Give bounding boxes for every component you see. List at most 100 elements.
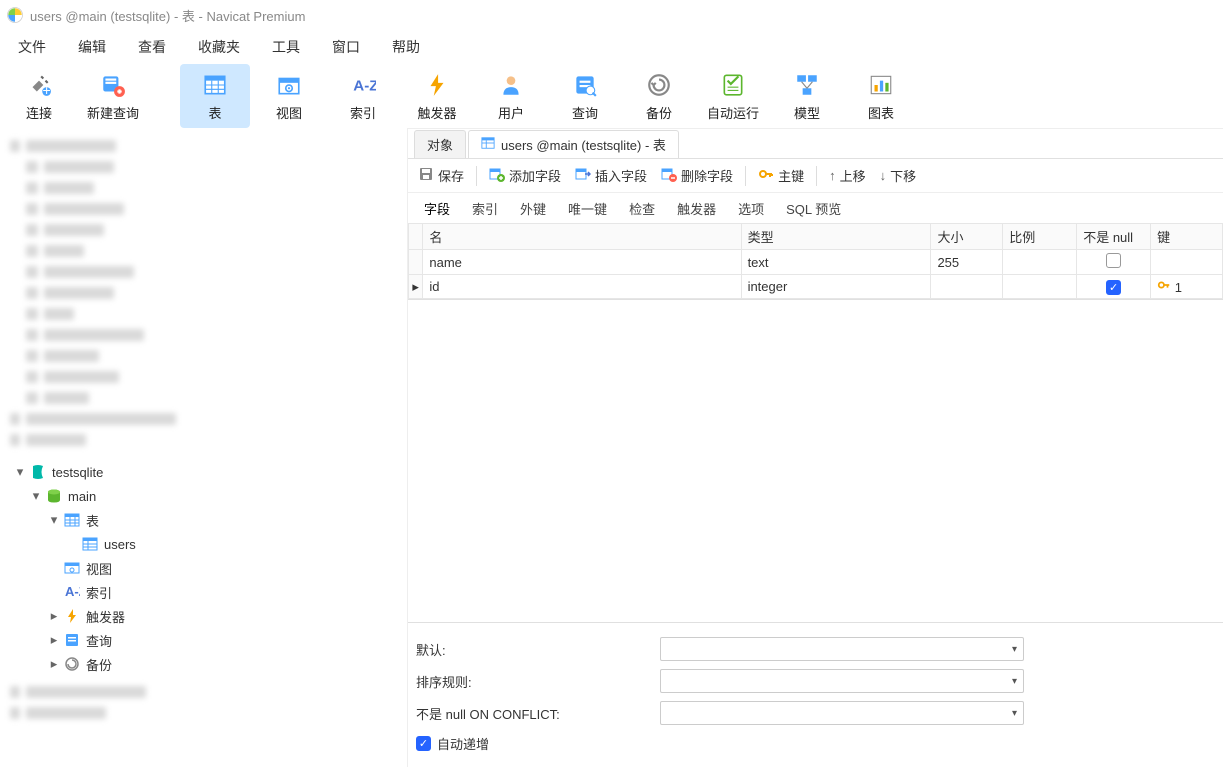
tree-table-users[interactable]: ▾ users xyxy=(0,532,407,556)
navigation-panel: ▾ testsqlite ▾ main ▾ 表 ▾ users ▾ xyxy=(0,128,408,767)
toolbar-chart-label: 图表 xyxy=(868,103,894,122)
field-properties: 默认: ▾ 排序规则: ▾ 不是 null ON CONFLICT: ▾ ✓ 自… xyxy=(408,622,1223,767)
ftab-fk[interactable]: 外键 xyxy=(510,193,556,224)
prop-notnull-conflict-label: 不是 null ON CONFLICT: xyxy=(416,704,648,723)
tree-database-label: main xyxy=(66,489,96,504)
save-button[interactable]: 保存 xyxy=(412,162,470,189)
cell-notnull[interactable] xyxy=(1077,250,1151,275)
cell-type[interactable]: text xyxy=(741,250,931,275)
nav-blurred-section-2 xyxy=(0,678,407,731)
toolbar-newquery[interactable]: 新建查询 xyxy=(78,64,148,128)
ftab-unique[interactable]: 唯一键 xyxy=(558,193,617,224)
cell-size[interactable]: 255 xyxy=(931,250,1003,275)
checkbox[interactable] xyxy=(1106,253,1121,268)
col-key[interactable]: 键 xyxy=(1151,224,1223,250)
trigger-icon xyxy=(64,608,80,624)
toolbar-table[interactable]: 表 xyxy=(180,64,250,128)
checkbox-checked[interactable]: ✓ xyxy=(1106,280,1121,295)
ftab-trigger[interactable]: 触发器 xyxy=(667,193,726,224)
cell-scale[interactable] xyxy=(1003,250,1077,275)
cell-size[interactable] xyxy=(931,275,1003,299)
chart-icon xyxy=(868,71,894,99)
prop-default-select[interactable]: ▾ xyxy=(660,637,1024,661)
key-icon xyxy=(758,166,774,185)
addfield-button[interactable]: 添加字段 xyxy=(483,162,567,189)
menu-view[interactable]: 查看 xyxy=(124,31,180,63)
tree-indexes[interactable]: ▾ A-Z 索引 xyxy=(0,580,407,604)
sqlite-icon xyxy=(30,464,46,480)
tab-objects[interactable]: 对象 xyxy=(414,130,466,158)
cell-name[interactable]: id xyxy=(423,275,741,299)
toolbar-chart[interactable]: 图表 xyxy=(846,64,916,128)
tree-views[interactable]: ▾ 视图 xyxy=(0,556,407,580)
toolbar-trigger[interactable]: 触发器 xyxy=(402,64,472,128)
moveup-button[interactable]: ↑ 上移 xyxy=(823,162,872,189)
col-notnull[interactable]: 不是 null xyxy=(1077,224,1151,250)
grid-row[interactable]: ▸ id integer ✓ 1 xyxy=(409,275,1223,299)
svg-text:A-Z: A-Z xyxy=(65,584,80,599)
movedown-label: 下移 xyxy=(890,166,916,185)
ftab-options[interactable]: 选项 xyxy=(728,193,774,224)
cell-scale[interactable] xyxy=(1003,275,1077,299)
nav-blurred-section xyxy=(0,128,407,458)
tree-tables[interactable]: ▾ 表 xyxy=(0,508,407,532)
prop-collate-label: 排序规则: xyxy=(416,672,648,691)
toolbar-model[interactable]: 模型 xyxy=(772,64,842,128)
menu-window[interactable]: 窗口 xyxy=(318,31,374,63)
primarykey-button[interactable]: 主键 xyxy=(752,162,810,189)
tree-database[interactable]: ▾ main xyxy=(0,484,407,508)
newquery-icon xyxy=(100,71,126,99)
tree-triggers[interactable]: ▸ 触发器 xyxy=(0,604,407,628)
toolbar-view[interactable]: 视图 xyxy=(254,64,324,128)
menu-edit[interactable]: 编辑 xyxy=(64,31,120,63)
primarykey-label: 主键 xyxy=(778,166,804,185)
cell-name[interactable]: name xyxy=(423,250,741,275)
tree-backups[interactable]: ▸ 备份 xyxy=(0,652,407,676)
menu-tools[interactable]: 工具 xyxy=(258,31,314,63)
tab-current[interactable]: users @main (testsqlite) - 表 xyxy=(468,130,679,158)
current-row-marker: ▸ xyxy=(409,275,423,299)
save-icon xyxy=(418,166,434,185)
cell-key[interactable] xyxy=(1151,250,1223,275)
chevron-right-icon: ▸ xyxy=(48,634,60,646)
ftab-fields[interactable]: 字段 xyxy=(414,193,460,224)
ftab-check[interactable]: 检查 xyxy=(619,193,665,224)
col-type[interactable]: 类型 xyxy=(741,224,931,250)
toolbar-user[interactable]: 用户 xyxy=(476,64,546,128)
insertfield-button[interactable]: 插入字段 xyxy=(569,162,653,189)
toolbar-query[interactable]: 查询 xyxy=(550,64,620,128)
col-scale[interactable]: 比例 xyxy=(1003,224,1077,250)
tree-connection[interactable]: ▾ testsqlite xyxy=(0,460,407,484)
table-icon xyxy=(82,536,98,552)
query-icon xyxy=(64,632,80,648)
menu-fav[interactable]: 收藏夹 xyxy=(184,31,254,63)
col-size[interactable]: 大小 xyxy=(931,224,1003,250)
insertfield-icon xyxy=(575,166,591,185)
toolbar-autorun[interactable]: 自动运行 xyxy=(698,64,768,128)
movedown-button[interactable]: ↓ 下移 xyxy=(874,162,923,189)
cell-notnull[interactable]: ✓ xyxy=(1077,275,1151,299)
menu-help[interactable]: 帮助 xyxy=(378,31,434,63)
deletefield-button[interactable]: 删除字段 xyxy=(655,162,739,189)
toolbar-index-label: 索引 xyxy=(350,103,376,122)
menu-file[interactable]: 文件 xyxy=(4,31,60,63)
key-icon xyxy=(1157,280,1171,295)
database-icon xyxy=(46,488,62,504)
chevron-down-icon: ▾ xyxy=(1012,708,1017,719)
autoinc-checkbox[interactable]: ✓ xyxy=(416,736,431,751)
tree-queries[interactable]: ▸ 查询 xyxy=(0,628,407,652)
prop-collate-select[interactable]: ▾ xyxy=(660,669,1024,693)
cell-key[interactable]: 1 xyxy=(1151,275,1223,299)
ftab-indexes[interactable]: 索引 xyxy=(462,193,508,224)
cell-type[interactable]: integer xyxy=(741,275,931,299)
main-toolbar: + 连接 新建查询 表 视图 A-Z 索引 触发器 用户 查询 备份 自动运行 … xyxy=(0,64,1223,128)
toolbar-backup[interactable]: 备份 xyxy=(624,64,694,128)
ftab-sqlpreview[interactable]: SQL 预览 xyxy=(776,193,851,224)
prop-notnull-conflict-select[interactable]: ▾ xyxy=(660,701,1024,725)
index-icon: A-Z xyxy=(64,584,80,600)
col-name[interactable]: 名 xyxy=(423,224,741,250)
toolbar-index[interactable]: A-Z 索引 xyxy=(328,64,398,128)
grid-row[interactable]: name text 255 xyxy=(409,250,1223,275)
tree-views-label: 视图 xyxy=(84,559,112,578)
toolbar-connect[interactable]: + 连接 xyxy=(4,64,74,128)
